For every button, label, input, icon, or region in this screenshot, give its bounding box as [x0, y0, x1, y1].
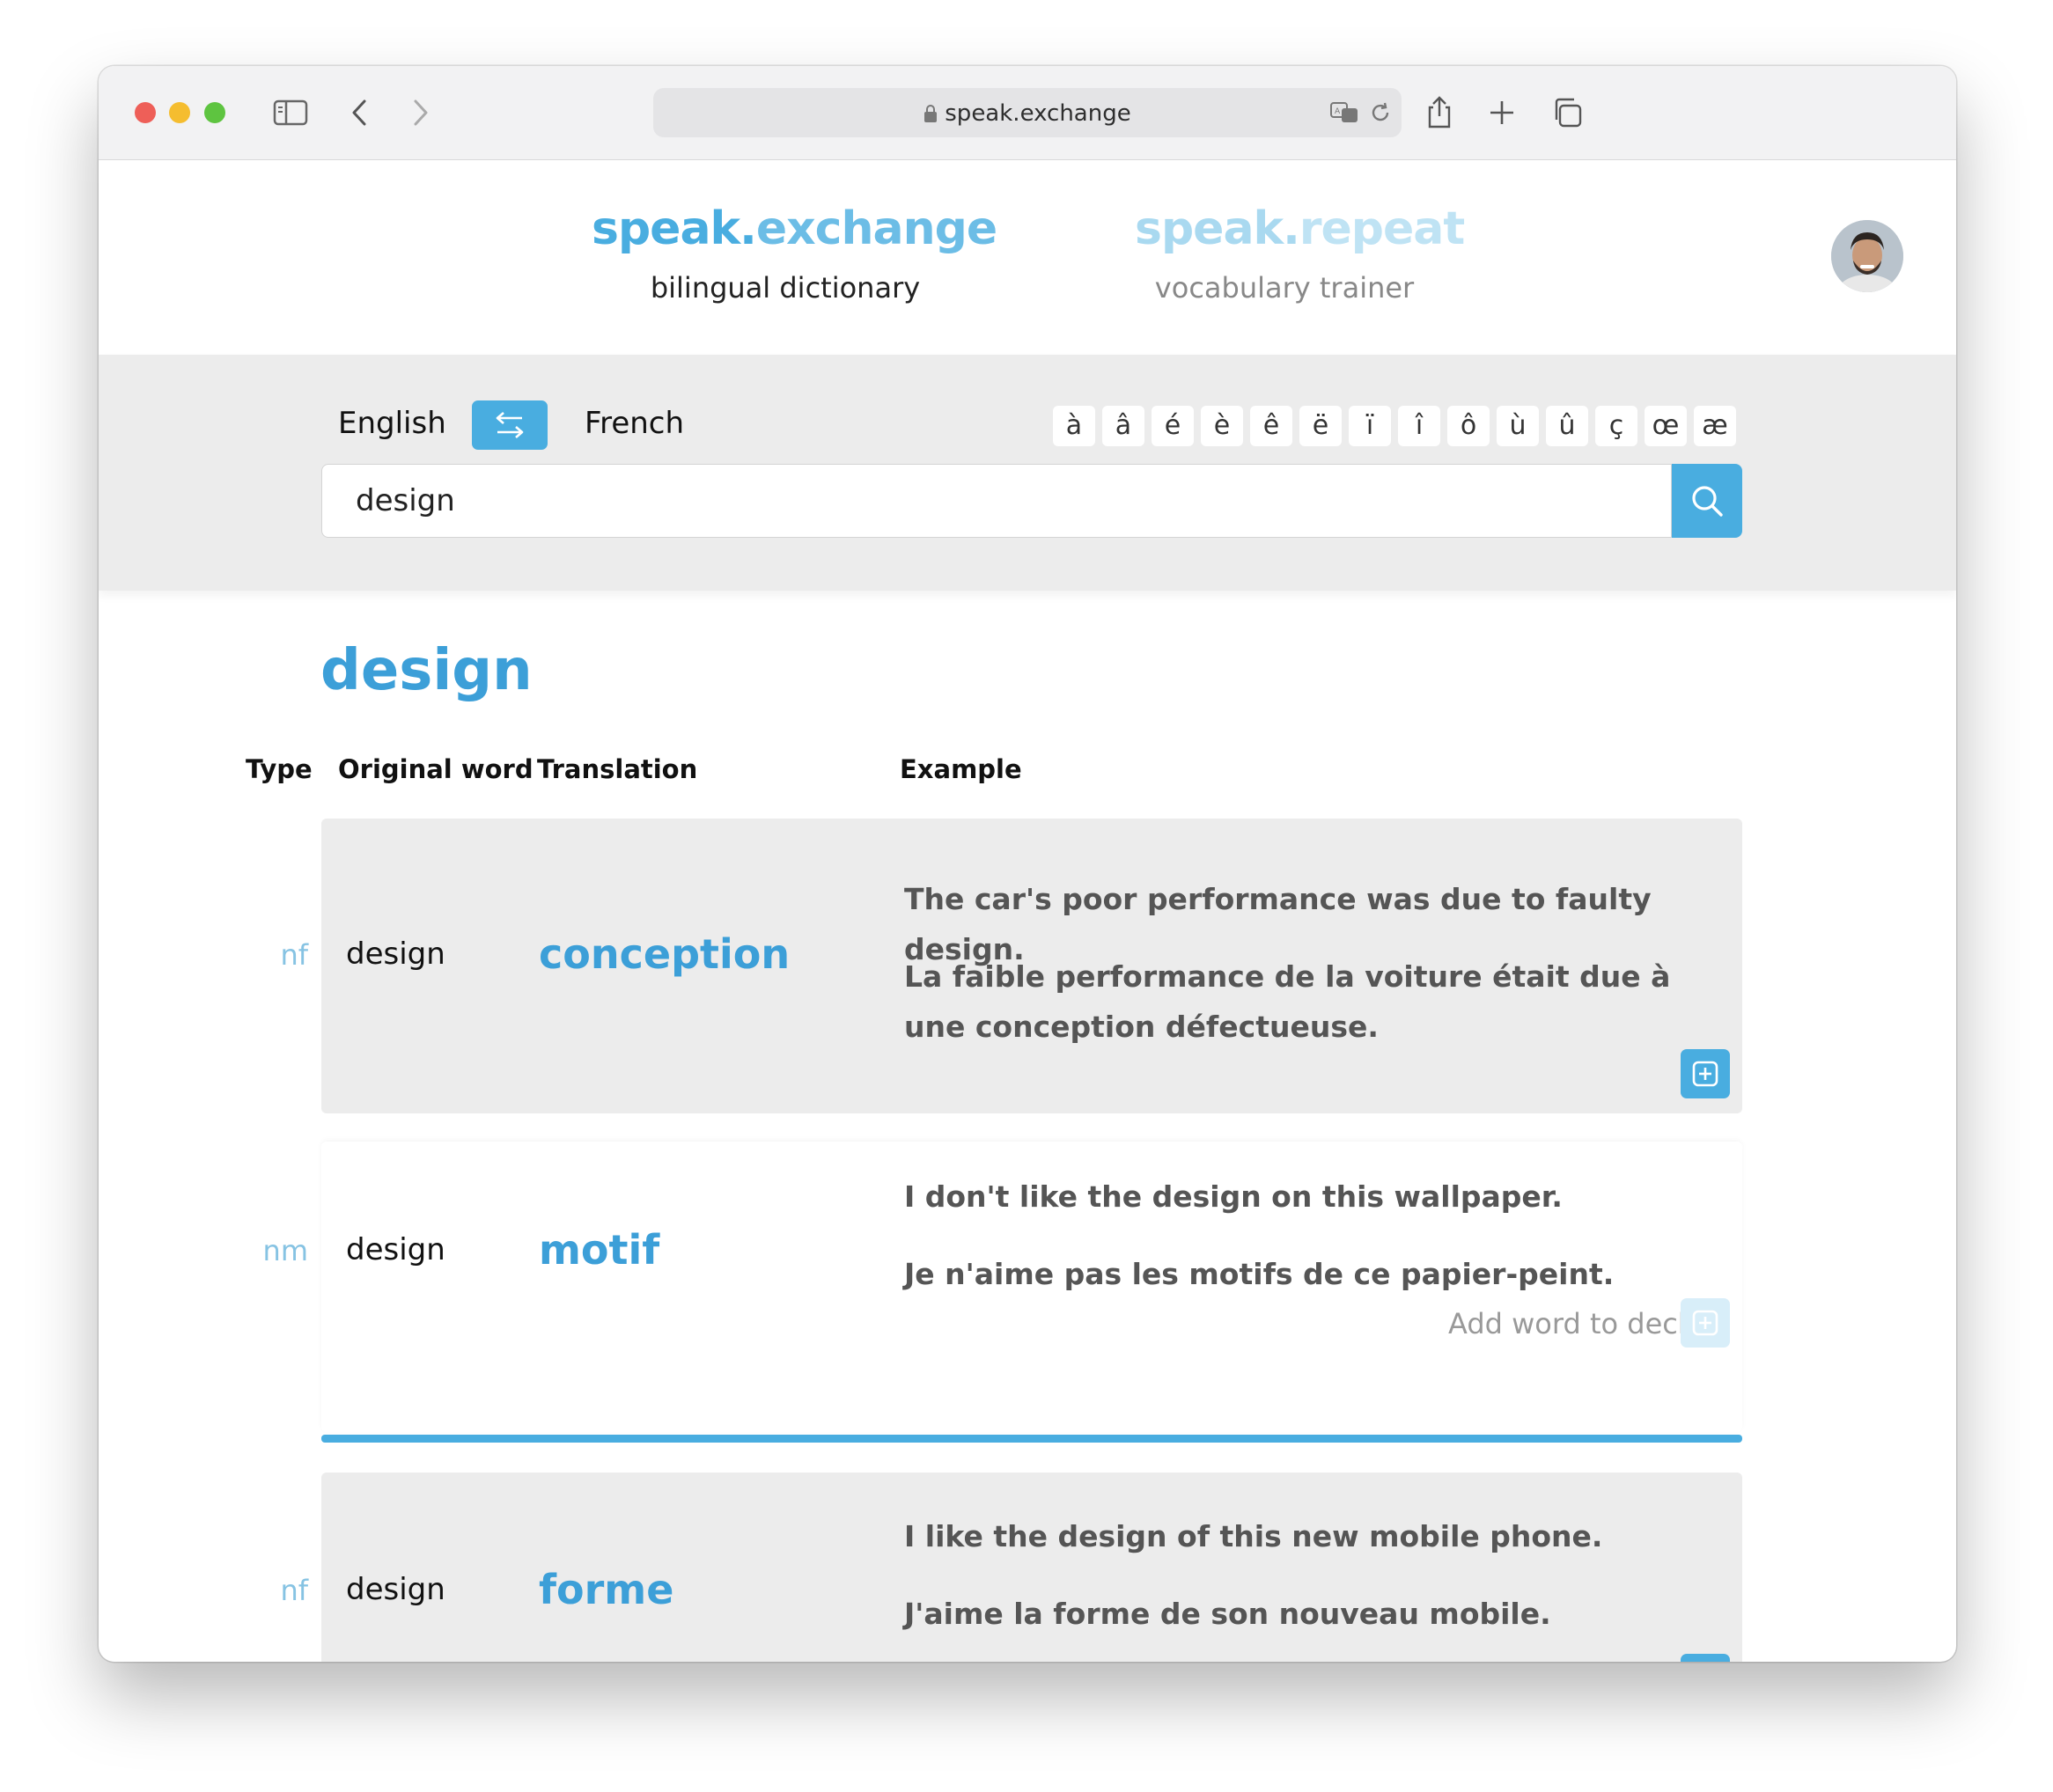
- column-header-example: Example: [900, 754, 1022, 784]
- word-type: nf: [280, 1574, 308, 1607]
- translation-word[interactable]: forme: [539, 1566, 673, 1613]
- search-input[interactable]: [321, 464, 1672, 538]
- lock-icon: [924, 105, 938, 122]
- accent-key[interactable]: æ: [1694, 406, 1736, 446]
- accent-key[interactable]: œ: [1645, 406, 1687, 446]
- accent-key[interactable]: è: [1201, 406, 1243, 446]
- dictionary-nav-link[interactable]: speak.exchange bilingual dictionary: [592, 202, 997, 305]
- new-tab-icon[interactable]: [1482, 92, 1522, 133]
- trainer-nav-link[interactable]: speak.repeat vocabulary trainer: [1135, 202, 1465, 305]
- add-to-deck-button[interactable]: [1681, 1654, 1730, 1662]
- example-french: Je n'aime pas les motifs de ce papier-pe…: [904, 1257, 1615, 1291]
- word-type: nf: [280, 938, 308, 972]
- source-language[interactable]: English: [338, 406, 446, 441]
- browser-toolbar: speak.exchange A: [99, 66, 1956, 160]
- example-english: I like the design of this new mobile pho…: [904, 1519, 1603, 1553]
- sidebar-toggle-icon[interactable]: [270, 92, 311, 133]
- dictionary-subtitle: bilingual dictionary: [650, 271, 921, 305]
- user-avatar[interactable]: [1831, 220, 1903, 292]
- accent-key[interactable]: ù: [1497, 406, 1539, 446]
- search-icon: [1692, 486, 1723, 517]
- translate-icon[interactable]: A: [1329, 100, 1361, 129]
- target-language[interactable]: French: [585, 406, 684, 441]
- column-header-translation: Translation: [537, 754, 698, 784]
- swap-languages-button[interactable]: [472, 400, 548, 450]
- accent-key[interactable]: â: [1102, 406, 1144, 446]
- share-icon[interactable]: [1419, 92, 1460, 133]
- translation-word[interactable]: motif: [539, 1226, 659, 1274]
- accent-key[interactable]: à: [1053, 406, 1095, 446]
- search-button[interactable]: [1672, 464, 1742, 538]
- swap-icon: [496, 412, 524, 438]
- word-type: nm: [262, 1234, 308, 1267]
- accent-key[interactable]: ç: [1595, 406, 1637, 446]
- accent-key[interactable]: ï: [1349, 406, 1391, 446]
- original-word: design: [346, 1232, 445, 1267]
- example-french: La faible performance de la voiture étai…: [904, 959, 1671, 1044]
- original-word: design: [346, 936, 445, 972]
- result-row: nm design motif I don't like the design …: [263, 1142, 1742, 1432]
- reload-icon[interactable]: [1368, 100, 1393, 129]
- headword-title: design: [320, 638, 533, 703]
- translation-word[interactable]: conception: [539, 930, 790, 978]
- address-bar[interactable]: speak.exchange A: [653, 88, 1402, 137]
- browser-window: speak.exchange A speak.exchange bilingua…: [99, 66, 1956, 1662]
- example-french: J'aime la forme de son nouveau mobile.: [904, 1597, 1551, 1631]
- close-window-button[interactable]: [135, 102, 156, 123]
- add-to-deck-button[interactable]: [1681, 1049, 1730, 1098]
- original-word: design: [346, 1572, 445, 1607]
- zoom-window-button[interactable]: [204, 102, 225, 123]
- accent-keyboard: à â é è ê ë ï î ô ù û ç œ æ: [1053, 406, 1743, 446]
- accent-key[interactable]: î: [1398, 406, 1440, 446]
- svg-text:A: A: [1335, 107, 1341, 116]
- result-row: nf design conception The car's poor perf…: [280, 819, 1742, 1113]
- result-row: nf design forme I like the design of thi…: [280, 1473, 1742, 1662]
- accent-key[interactable]: é: [1152, 406, 1194, 446]
- back-icon[interactable]: [339, 92, 379, 133]
- add-word-label: Add word to deck: [1448, 1307, 1695, 1340]
- search-panel: English French à â é è ê ë ï î ô ù û ç œ…: [99, 355, 1956, 591]
- column-header-original: Original word: [338, 754, 533, 784]
- example-english: I don't like the design on this wallpape…: [904, 1179, 1563, 1214]
- row-hover-indicator: [321, 1435, 1742, 1443]
- accent-key[interactable]: ê: [1250, 406, 1292, 446]
- plus-icon: [1692, 1310, 1718, 1336]
- accent-key[interactable]: û: [1546, 406, 1588, 446]
- url-text: speak.exchange: [945, 100, 1131, 127]
- forward-icon[interactable]: [401, 92, 441, 133]
- accent-key[interactable]: ë: [1299, 406, 1342, 446]
- accent-key[interactable]: ô: [1447, 406, 1490, 446]
- column-header-type: Type: [246, 754, 313, 784]
- trainer-logo: speak.repeat: [1135, 202, 1465, 255]
- add-to-deck-button[interactable]: [1681, 1298, 1730, 1348]
- tab-overview-icon[interactable]: [1547, 92, 1587, 133]
- trainer-subtitle: vocabulary trainer: [1154, 271, 1415, 305]
- minimize-window-button[interactable]: [169, 102, 190, 123]
- dictionary-logo: speak.exchange: [592, 202, 997, 255]
- plus-icon: [1692, 1061, 1718, 1087]
